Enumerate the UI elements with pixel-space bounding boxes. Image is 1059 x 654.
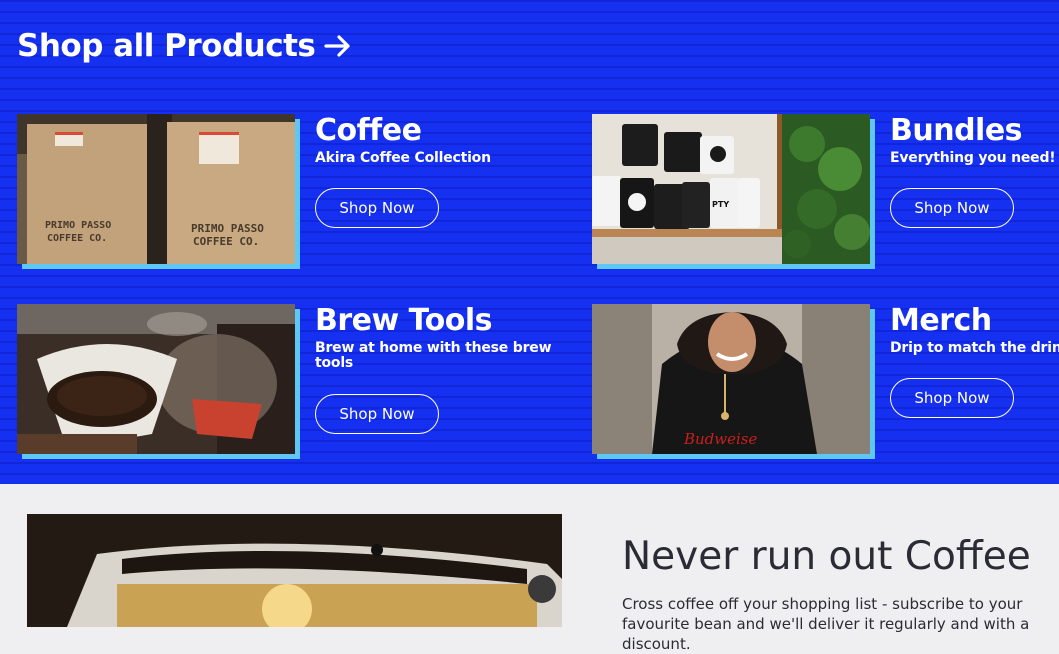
shop-now-button[interactable]: Shop Now xyxy=(315,394,439,434)
card-title: Merch xyxy=(890,303,992,338)
shop-now-button[interactable]: Shop Now xyxy=(315,188,439,228)
subscription-section: Never run out Coffee Cross coffee off yo… xyxy=(0,484,1059,653)
card-subtitle: Drip to match the drink xyxy=(890,340,1059,356)
mugs-shelf-image[interactable]: PTY xyxy=(592,114,870,264)
product-card-brew-tools: Brew Tools Brew at home with these brew … xyxy=(17,304,577,464)
svg-text:COFFEE CO.: COFFEE CO. xyxy=(47,233,107,244)
product-card-bundles: PTY Bundles Everything you need! Shop No… xyxy=(592,114,1059,274)
arrow-right-icon xyxy=(324,35,350,57)
card-subtitle: Everything you need! xyxy=(890,150,1056,166)
svg-text:COFFEE CO.: COFFEE CO. xyxy=(193,235,259,248)
pour-over-image[interactable] xyxy=(17,304,295,454)
product-card-merch: Budweise Merch Drip to match the drink S… xyxy=(592,304,1059,464)
svg-text:PRIMO PASSO: PRIMO PASSO xyxy=(45,220,111,231)
merch-model-image[interactable]: Budweise xyxy=(592,304,870,454)
card-subtitle: Brew at home with these brew tools xyxy=(315,340,552,371)
card-title: Bundles xyxy=(890,113,1023,148)
shop-now-button[interactable]: Shop Now xyxy=(890,378,1014,418)
subscription-description: Cross coffee off your shopping list - su… xyxy=(622,595,1030,653)
products-hero: Shop all Products PRIMO PASSO COFFEE CO.… xyxy=(0,0,1059,484)
shop-all-products-link[interactable]: Shop all Products xyxy=(17,28,353,64)
coffee-bags-image[interactable]: PRIMO PASSO COFFEE CO. PRIMO PASSO COFFE… xyxy=(17,114,295,264)
card-subtitle: Akira Coffee Collection xyxy=(315,150,491,166)
card-title: Coffee xyxy=(315,113,422,148)
svg-text:Budweise: Budweise xyxy=(683,430,757,448)
svg-text:PRIMO PASSO: PRIMO PASSO xyxy=(191,222,264,235)
van-photo xyxy=(27,514,562,627)
shop-now-button[interactable]: Shop Now xyxy=(890,188,1014,228)
hero-title: Shop all Products xyxy=(17,28,316,64)
svg-text:PTY: PTY xyxy=(712,200,729,209)
product-card-coffee: PRIMO PASSO COFFEE CO. PRIMO PASSO COFFE… xyxy=(17,114,577,274)
card-title: Brew Tools xyxy=(315,303,493,338)
subscription-title: Never run out Coffee xyxy=(622,534,1031,579)
